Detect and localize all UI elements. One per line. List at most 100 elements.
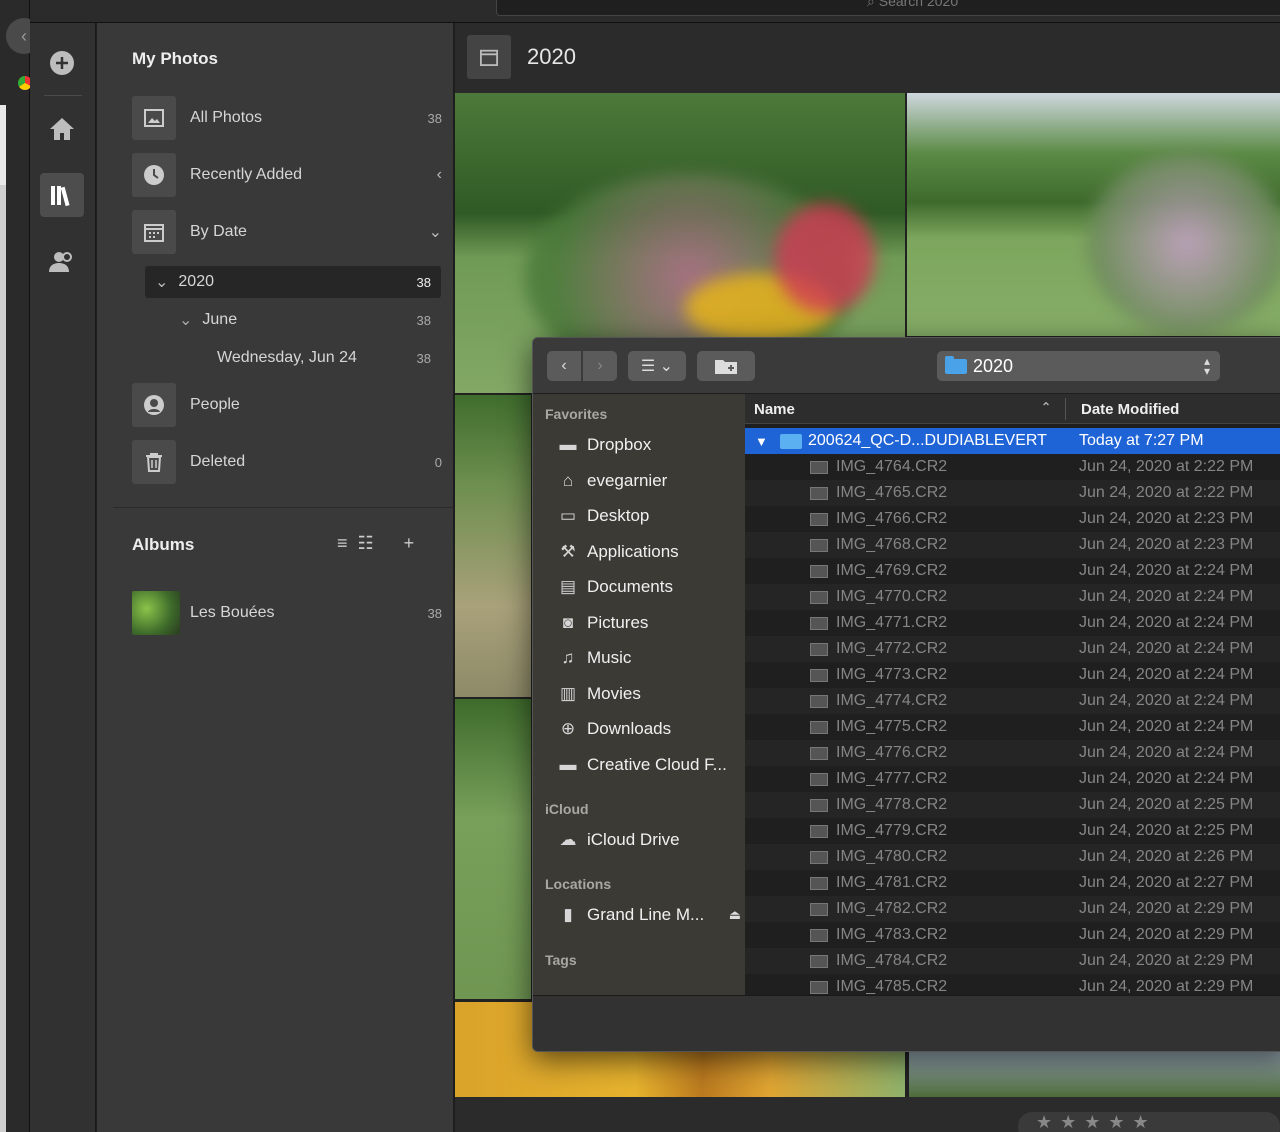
file-name: IMG_4770.CR2 bbox=[836, 588, 948, 605]
file-row[interactable]: IMG_4774.CR2 Jun 24, 2020 at 2:24 PM bbox=[745, 688, 1280, 714]
chevron-down-icon[interactable]: ⌄ bbox=[155, 272, 168, 292]
file-row[interactable]: IMG_4772.CR2 Jun 24, 2020 at 2:24 PM bbox=[745, 636, 1280, 662]
file-row[interactable]: IMG_4765.CR2 Jun 24, 2020 at 2:22 PM bbox=[745, 480, 1280, 506]
shared-button[interactable] bbox=[40, 239, 84, 283]
image-file-icon bbox=[810, 850, 828, 864]
rail-divider bbox=[44, 95, 82, 96]
person-icon bbox=[132, 383, 176, 427]
home-button[interactable] bbox=[40, 107, 84, 151]
file-date: Jun 24, 2020 at 2:24 PM bbox=[1079, 718, 1254, 735]
file-row[interactable]: IMG_4777.CR2 Jun 24, 2020 at 2:24 PM bbox=[745, 766, 1280, 792]
photo-thumbnail[interactable] bbox=[455, 395, 531, 697]
dialog-footer bbox=[533, 995, 1280, 1051]
finder-item-downloads[interactable]: ⊕ Downloads bbox=[555, 712, 741, 746]
finder-item-dropbox[interactable]: ▬ Dropbox bbox=[555, 428, 741, 462]
finder-item-music[interactable]: ♫ Music bbox=[555, 641, 741, 675]
file-row[interactable]: IMG_4766.CR2 Jun 24, 2020 at 2:23 PM bbox=[745, 506, 1280, 532]
disclosure-triangle-icon[interactable]: ▼ bbox=[755, 434, 768, 449]
image-file-icon bbox=[810, 460, 828, 474]
sidebar-item-recently-added[interactable]: Recently Added ‹ bbox=[132, 153, 442, 197]
column-name[interactable]: Name bbox=[754, 401, 795, 418]
count-badge: 38 bbox=[416, 312, 431, 328]
folder-location-select[interactable]: 2020 ▴ ▾ bbox=[937, 351, 1220, 381]
library-button[interactable] bbox=[40, 173, 84, 217]
sidebar-item-by-date[interactable]: By Date ⌄ bbox=[132, 210, 442, 254]
file-row[interactable]: IMG_4775.CR2 Jun 24, 2020 at 2:24 PM bbox=[745, 714, 1280, 740]
file-row[interactable]: IMG_4771.CR2 Jun 24, 2020 at 2:24 PM bbox=[745, 610, 1280, 636]
file-name: IMG_4780.CR2 bbox=[836, 848, 948, 865]
dialog-toolbar: ‹ › ☰ ⌄ 2020 ▴ ▾ bbox=[533, 338, 1280, 394]
file-date: Jun 24, 2020 at 2:24 PM bbox=[1079, 614, 1254, 631]
file-row[interactable]: IMG_4780.CR2 Jun 24, 2020 at 2:26 PM bbox=[745, 844, 1280, 870]
finder-item-creative-cloud[interactable]: ▬ Creative Cloud F... bbox=[555, 748, 741, 782]
finder-item-home[interactable]: ⌂ evegarnier bbox=[555, 464, 741, 498]
image-file-icon bbox=[810, 694, 828, 708]
file-row[interactable]: IMG_4773.CR2 Jun 24, 2020 at 2:24 PM bbox=[745, 662, 1280, 688]
folder-icon bbox=[780, 433, 802, 449]
column-divider bbox=[1065, 398, 1066, 420]
drive-icon: ▮ bbox=[563, 905, 573, 924]
file-name: IMG_4779.CR2 bbox=[836, 822, 948, 839]
calendar-button[interactable] bbox=[467, 35, 511, 79]
file-row[interactable]: IMG_4768.CR2 Jun 24, 2020 at 2:23 PM bbox=[745, 532, 1280, 558]
forward-button[interactable]: › bbox=[583, 351, 617, 381]
detail-list-icon[interactable]: ☷ bbox=[358, 533, 374, 554]
sidebar-item-people[interactable]: People bbox=[132, 383, 442, 427]
add-photos-button[interactable] bbox=[40, 41, 84, 85]
file-date: Jun 24, 2020 at 2:25 PM bbox=[1079, 822, 1254, 839]
file-row[interactable]: IMG_4783.CR2 Jun 24, 2020 at 2:29 PM bbox=[745, 922, 1280, 948]
folder-icon: ▬ bbox=[559, 755, 577, 774]
file-row[interactable]: IMG_4769.CR2 Jun 24, 2020 at 2:24 PM bbox=[745, 558, 1280, 584]
image-file-icon bbox=[810, 512, 828, 526]
finder-item-applications[interactable]: ⚒ Applications bbox=[555, 535, 741, 569]
new-folder-button[interactable] bbox=[697, 351, 755, 381]
column-date-modified[interactable]: Date Modified bbox=[1081, 401, 1179, 418]
file-date: Today at 7:27 PM bbox=[1079, 432, 1204, 449]
home-icon bbox=[50, 118, 74, 140]
chevron-left-icon[interactable]: ‹ bbox=[412, 166, 442, 184]
list-view-icon[interactable]: ≡ bbox=[337, 533, 348, 554]
add-album-icon[interactable]: + bbox=[404, 533, 415, 554]
date-tree-month[interactable]: ⌄ June 38 bbox=[145, 304, 441, 336]
file-row[interactable]: IMG_4776.CR2 Jun 24, 2020 at 2:24 PM bbox=[745, 740, 1280, 766]
chevron-down-icon[interactable]: ⌄ bbox=[412, 222, 442, 242]
folder-row[interactable]: ▼ 200624_QC-D...DUDIABLEVERT Today at 7:… bbox=[745, 428, 1280, 454]
finder-item-drive[interactable]: ▮ Grand Line M... ⏏ bbox=[555, 898, 741, 932]
finder-item-icloud-drive[interactable]: ☁ iCloud Drive bbox=[555, 823, 741, 857]
photo-thumbnail[interactable] bbox=[909, 1052, 1280, 1097]
file-name: IMG_4778.CR2 bbox=[836, 796, 948, 813]
sidebar-item-deleted[interactable]: Deleted 0 bbox=[132, 440, 442, 484]
file-row[interactable]: IMG_4785.CR2 Jun 24, 2020 at 2:29 PM bbox=[745, 974, 1280, 995]
rating-stars[interactable]: ★★★★★ bbox=[1018, 1112, 1280, 1132]
photo-thumbnail[interactable] bbox=[907, 93, 1280, 336]
finder-item-desktop[interactable]: ▭ Desktop bbox=[555, 499, 741, 533]
photo-thumbnail[interactable] bbox=[455, 699, 531, 999]
trash-icon bbox=[132, 440, 176, 484]
date-tree-day[interactable]: Wednesday, Jun 24 38 bbox=[145, 342, 441, 374]
file-row[interactable]: IMG_4778.CR2 Jun 24, 2020 at 2:25 PM bbox=[745, 792, 1280, 818]
finder-item-movies[interactable]: ▥ Movies bbox=[555, 677, 741, 711]
file-date: Jun 24, 2020 at 2:24 PM bbox=[1079, 744, 1254, 761]
file-row[interactable]: IMG_4781.CR2 Jun 24, 2020 at 2:27 PM bbox=[745, 870, 1280, 896]
search-input[interactable]: ⌕ Search 2020 bbox=[496, 0, 1280, 16]
eject-icon[interactable]: ⏏ bbox=[729, 907, 741, 923]
view-options-button[interactable]: ☰ ⌄ bbox=[628, 351, 686, 381]
file-row[interactable]: IMG_4784.CR2 Jun 24, 2020 at 2:29 PM bbox=[745, 948, 1280, 974]
file-date: Jun 24, 2020 at 2:25 PM bbox=[1079, 796, 1254, 813]
finder-item-documents[interactable]: ▤ Documents bbox=[555, 570, 741, 604]
album-item[interactable]: Les Bouées 38 bbox=[132, 591, 442, 635]
back-button[interactable]: ‹ bbox=[547, 351, 581, 381]
file-row[interactable]: IMG_4764.CR2 Jun 24, 2020 at 2:22 PM bbox=[745, 454, 1280, 480]
date-tree-year[interactable]: ⌄ 2020 38 bbox=[145, 266, 441, 298]
list-view-icon: ☰ ⌄ bbox=[640, 358, 674, 375]
image-file-icon bbox=[810, 486, 828, 500]
file-row[interactable]: IMG_4782.CR2 Jun 24, 2020 at 2:29 PM bbox=[745, 896, 1280, 922]
file-row[interactable]: IMG_4770.CR2 Jun 24, 2020 at 2:24 PM bbox=[745, 584, 1280, 610]
file-row[interactable]: IMG_4779.CR2 Jun 24, 2020 at 2:25 PM bbox=[745, 818, 1280, 844]
finder-item-pictures[interactable]: ◙ Pictures bbox=[555, 606, 741, 640]
finder-item-label: Pictures bbox=[587, 613, 649, 632]
sidebar-item-all-photos[interactable]: All Photos 38 bbox=[132, 96, 442, 140]
file-date: Jun 24, 2020 at 2:27 PM bbox=[1079, 874, 1254, 891]
chevron-down-icon[interactable]: ⌄ bbox=[179, 310, 192, 330]
folder-icon: ▬ bbox=[559, 435, 577, 454]
